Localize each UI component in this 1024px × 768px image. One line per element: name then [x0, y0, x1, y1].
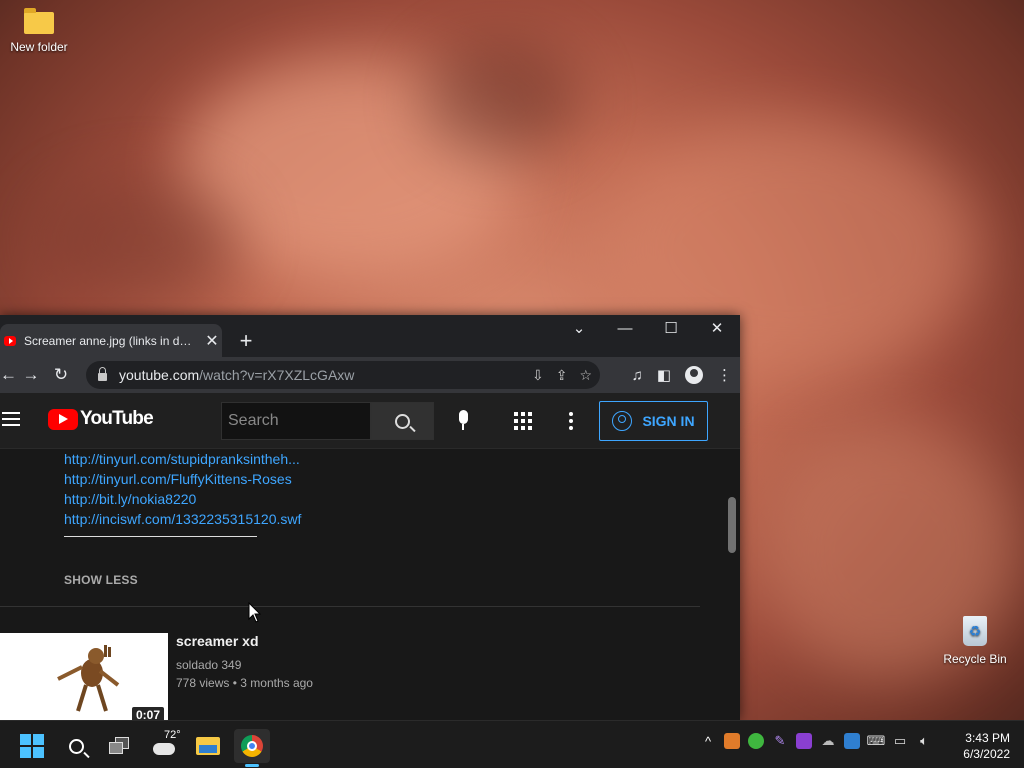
- video-description-area: http://tinyurl.com/stupidpranksintheh...…: [0, 449, 724, 723]
- hamburger-menu-icon[interactable]: [2, 412, 20, 430]
- tray-app-orange-icon[interactable]: [724, 733, 740, 749]
- recommended-video-meta: 778 views • 3 months ago: [176, 676, 313, 690]
- upload-age: 3 months ago: [240, 676, 313, 690]
- taskbar-search-button[interactable]: [58, 729, 94, 763]
- recommended-video-thumbnail[interactable]: 0:07: [0, 633, 168, 723]
- clock-date: 6/3/2022: [963, 747, 1010, 761]
- install-app-icon[interactable]: ⇩: [532, 367, 544, 384]
- browser-menu-icon[interactable]: ⋮: [717, 366, 732, 384]
- show-hidden-icons-chevron-icon[interactable]: ^: [700, 733, 716, 749]
- bookmark-star-icon[interactable]: ☆: [579, 367, 592, 384]
- recycle-bin-icon: ♻: [963, 616, 987, 646]
- profile-avatar-icon[interactable]: [685, 366, 703, 384]
- mouse-cursor-icon: [248, 602, 262, 623]
- chrome-icon: [241, 735, 263, 757]
- taskbar-clock[interactable]: 3:43 PM 6/3/2022: [963, 730, 1010, 762]
- tray-app-purple-icon[interactable]: [796, 733, 812, 749]
- maximize-button[interactable]: ☐: [648, 315, 694, 345]
- sign-in-label: SIGN IN: [642, 413, 695, 429]
- media-control-icon[interactable]: ♫: [632, 367, 643, 384]
- share-icon[interactable]: ⇪: [556, 367, 568, 384]
- cloud-weather-icon: [153, 743, 175, 755]
- desktop-icon-label: Recycle Bin: [943, 652, 1007, 666]
- desktop-icon-label: New folder: [10, 40, 68, 54]
- recommended-video-title[interactable]: screamer xd: [176, 633, 259, 649]
- scrollbar-thumb[interactable]: [728, 497, 736, 553]
- forward-arrow-icon[interactable]: →: [16, 365, 46, 385]
- weather-temperature: 72°: [164, 729, 181, 741]
- desktop-icon-recycle-bin[interactable]: ♻ Recycle Bin: [936, 614, 1014, 666]
- search-icon: [395, 413, 410, 429]
- meta-separator: •: [232, 676, 237, 690]
- youtube-play-icon: [48, 408, 78, 430]
- new-tab-button[interactable]: +: [232, 329, 260, 353]
- keyboard-icon[interactable]: ⌨: [867, 733, 886, 749]
- desktop-icon-new-folder[interactable]: New folder: [0, 8, 78, 54]
- description-link[interactable]: http://tinyurl.com/FluffyKittens-Roses: [64, 469, 301, 489]
- description-links: http://tinyurl.com/stupidpranksintheh...…: [64, 449, 301, 529]
- start-button[interactable]: [14, 729, 50, 763]
- reload-icon[interactable]: ↻: [46, 365, 76, 385]
- active-app-indicator: [245, 764, 259, 767]
- search-icon: [68, 738, 84, 754]
- browser-right-tools: ♫ ◧ ⋮: [632, 357, 732, 393]
- network-icon[interactable]: ▭: [892, 733, 908, 749]
- search-button[interactable]: [371, 402, 434, 440]
- tab-close-icon[interactable]: ✕: [202, 331, 222, 351]
- taskbar: 72° ^ ✎ ☁ ⌨ ▭ 🔈︎ 3:43 PM 6/3/2022: [0, 720, 1024, 768]
- folder-icon: [24, 8, 54, 34]
- page-scrollbar[interactable]: [724, 449, 740, 720]
- onedrive-cloud-icon[interactable]: ☁: [820, 733, 836, 749]
- voice-search-icon[interactable]: [455, 410, 471, 434]
- back-arrow-icon[interactable]: ←: [0, 365, 17, 385]
- lock-icon[interactable]: [98, 367, 107, 381]
- description-divider: [64, 536, 257, 537]
- window-controls: ⌄ — ☐ ✕: [556, 315, 740, 345]
- wallpaper-blur: [420, 40, 580, 160]
- browser-titlebar: Screamer anne.jpg (links in descr ✕ + ⌄ …: [0, 315, 740, 357]
- browser-toolbar: ← → ↻ youtube.com /watch?v=rX7XZLcGAxw ⇩…: [0, 357, 740, 393]
- show-less-button[interactable]: SHOW LESS: [64, 573, 138, 587]
- address-bar-actions: ⇩ ⇪ ☆: [532, 361, 592, 389]
- account-circle-icon: [612, 411, 633, 431]
- tray-feather-icon[interactable]: ✎: [772, 733, 788, 749]
- url-host: youtube.com: [119, 367, 200, 383]
- sign-in-button[interactable]: SIGN IN: [599, 401, 708, 441]
- apps-grid-icon[interactable]: [514, 412, 532, 430]
- browser-tab-active[interactable]: Screamer anne.jpg (links in descr ✕: [0, 324, 222, 357]
- windows-security-icon[interactable]: [844, 733, 860, 749]
- description-link[interactable]: http://bit.ly/nokia8220: [64, 489, 301, 509]
- tab-search-chevron-icon[interactable]: ⌄: [556, 315, 602, 345]
- side-panel-icon[interactable]: ◧: [657, 366, 671, 384]
- task-view-button[interactable]: [102, 729, 138, 763]
- minimize-button[interactable]: —: [602, 315, 648, 345]
- clock-time: 3:43 PM: [965, 731, 1010, 745]
- chrome-taskbar-button[interactable]: [234, 729, 270, 763]
- section-divider: [0, 606, 700, 607]
- close-window-button[interactable]: ✕: [694, 315, 740, 345]
- youtube-logo[interactable]: YouTube: [48, 408, 154, 430]
- system-tray: ^ ✎ ☁ ⌨ ▭ 🔈︎: [700, 733, 932, 749]
- settings-more-icon[interactable]: [569, 412, 573, 433]
- windows-logo-icon: [20, 734, 44, 758]
- youtube-header: YouTube Search SIGN IN: [0, 393, 740, 449]
- file-explorer-button[interactable]: [190, 729, 226, 763]
- wallpaper-blur: [40, 180, 240, 300]
- file-explorer-icon: [196, 737, 220, 755]
- description-link[interactable]: http://tinyurl.com/stupidpranksintheh...: [64, 449, 301, 469]
- youtube-logo-text: YouTube: [80, 408, 154, 429]
- recommended-video-channel[interactable]: soldado 349: [176, 658, 241, 672]
- task-view-icon: [109, 737, 131, 755]
- volume-icon[interactable]: 🔈︎: [916, 733, 932, 749]
- tab-title: Screamer anne.jpg (links in descr: [24, 333, 202, 348]
- youtube-favicon-icon: [4, 335, 16, 346]
- url-path: /watch?v=rX7XZLcGAxw: [199, 367, 355, 383]
- description-link[interactable]: http://inciswf.com/1332235315120.swf: [64, 509, 301, 529]
- search-input[interactable]: Search: [221, 402, 371, 440]
- address-bar[interactable]: youtube.com /watch?v=rX7XZLcGAxw ⇩ ⇪ ☆: [86, 361, 600, 389]
- tray-app-green-shield-icon[interactable]: [748, 733, 764, 749]
- view-count: 778 views: [176, 676, 230, 690]
